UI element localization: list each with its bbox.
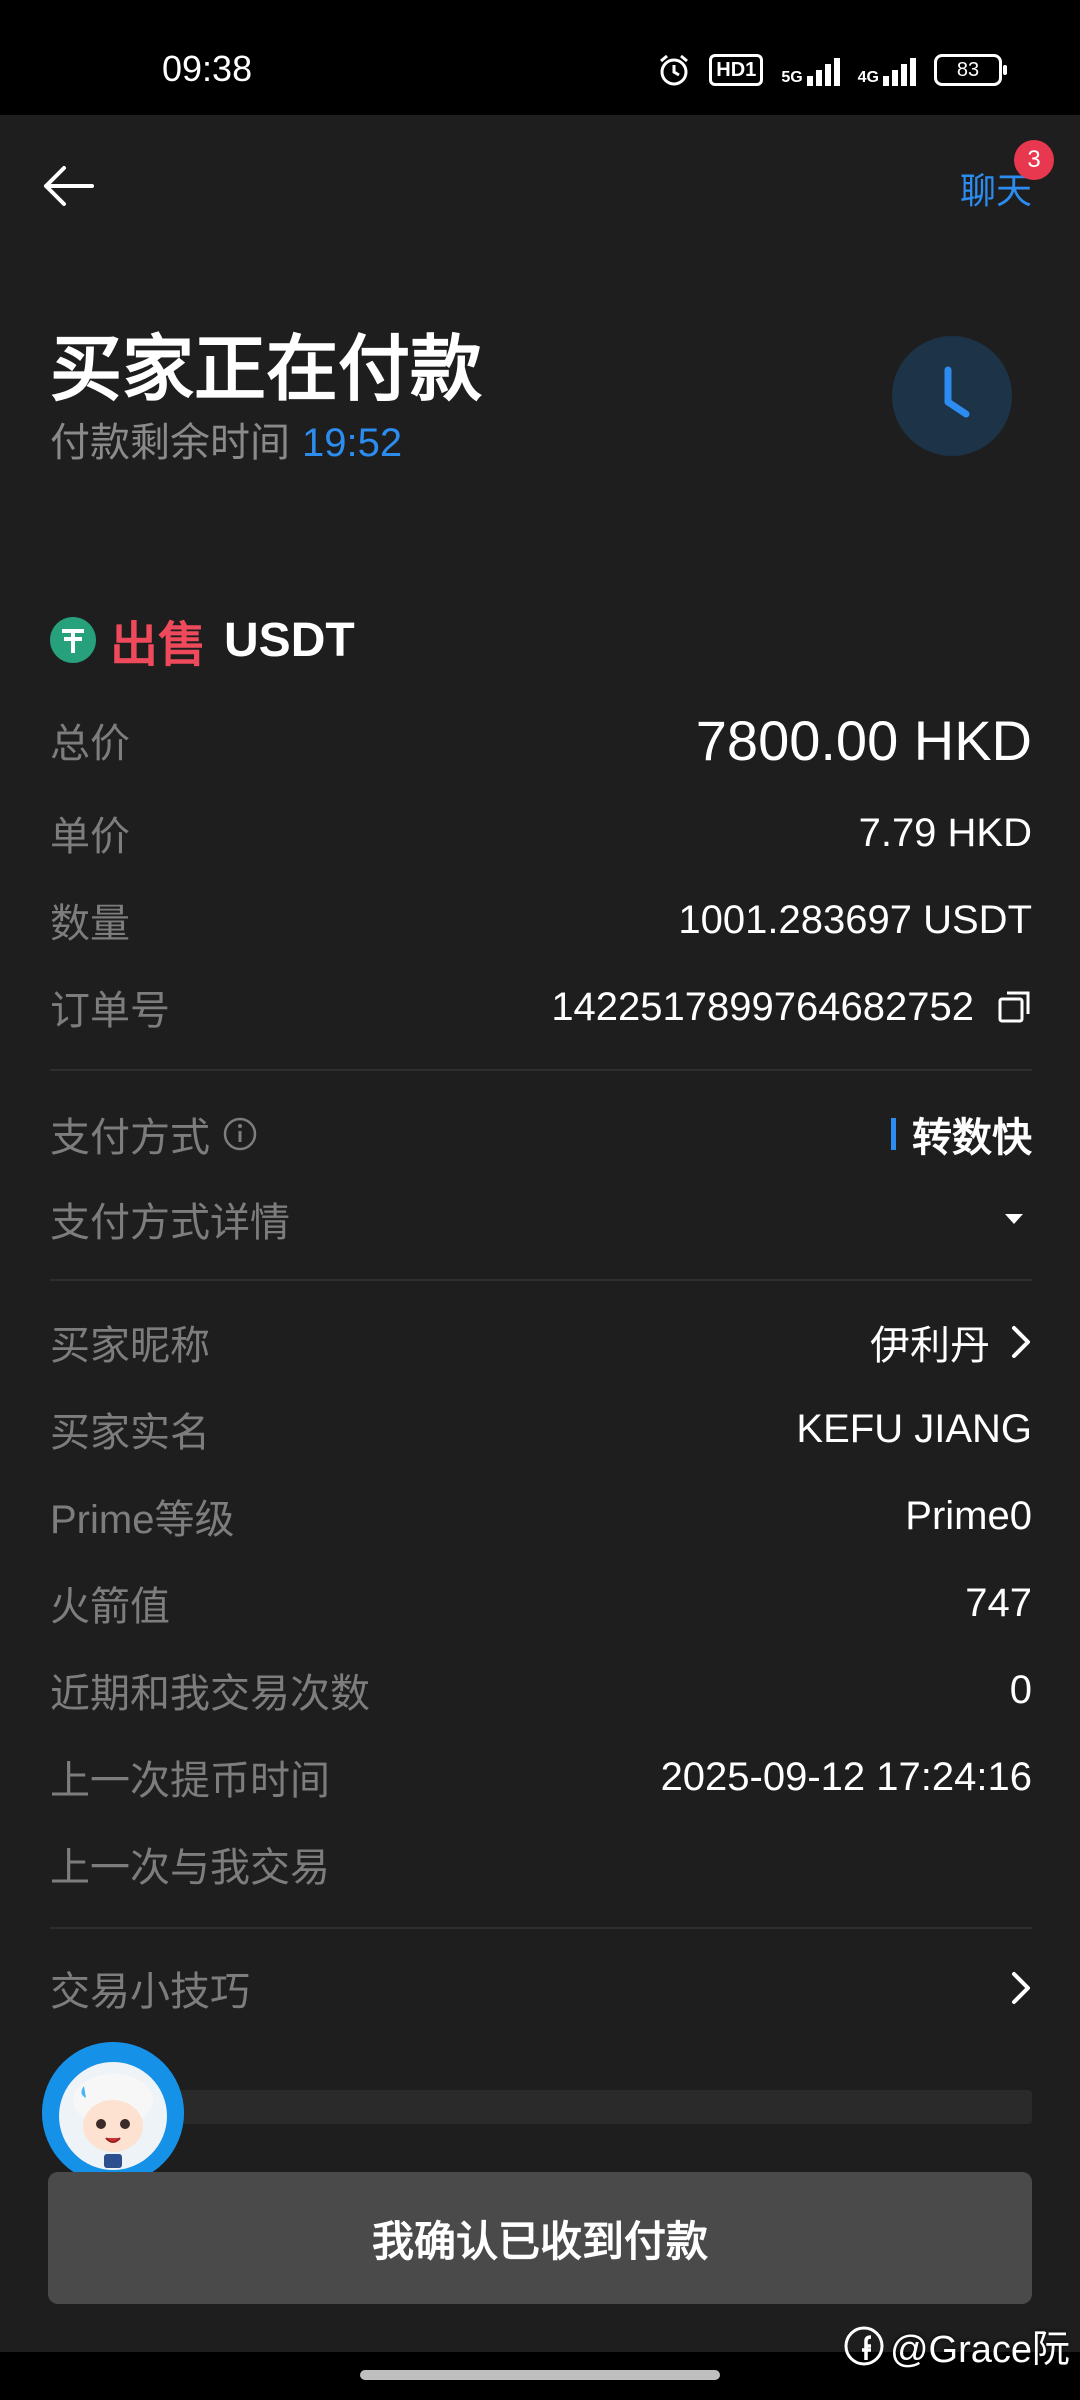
payment-details-row[interactable]: 支付方式详情: [50, 1193, 1032, 1245]
trade-side: 出售: [110, 619, 207, 672]
page-title: 买家正在付款: [50, 330, 483, 410]
buyer-nickname-label: 买家昵称: [50, 1324, 210, 1368]
quantity-value: 1001.283697 USDT: [678, 897, 1032, 942]
order-number-label: 订单号: [50, 989, 170, 1033]
buyer-nickname-row[interactable]: 买家昵称 伊利丹: [50, 1316, 1032, 1368]
status-icons: HD1 5G 4G 83: [657, 50, 1007, 90]
payment-method-marker: [891, 1118, 896, 1150]
watermark-text: @Grace阮: [889, 2329, 1070, 2371]
chevron-right-icon: [1012, 1326, 1030, 1358]
total-price-row: 总价 7800.00 HKD: [50, 705, 1032, 775]
payment-timer: 付款剩余时间 19:52: [50, 410, 402, 468]
timer-value: 19:52: [302, 421, 403, 465]
watermark: @Grace阮: [844, 2318, 1070, 2373]
timer-label: 付款剩余时间: [50, 421, 290, 465]
divider: [50, 1927, 1032, 1929]
asset-coin: USDT: [224, 613, 355, 667]
alarm-icon: [660, 54, 689, 86]
hd-icon: HD1: [709, 54, 764, 86]
net-4g-label: 4G: [857, 69, 879, 86]
banner-strip: [160, 2090, 1032, 2124]
rocket-value-label: 火箭值: [50, 1585, 170, 1629]
confirm-payment-received-button[interactable]: 我确认已收到付款: [48, 2172, 1032, 2304]
signal-4g-icon: 4G: [858, 54, 916, 86]
unit-price-value: 7.79 HKD: [858, 810, 1032, 855]
recent-trades-value: 0: [1009, 1667, 1032, 1712]
total-price-value: 7800.00 HKD: [695, 708, 1032, 772]
unit-price-label: 单价: [50, 815, 130, 859]
payment-method-row: 支付方式 转数快: [50, 1108, 1032, 1160]
clock-icon: [892, 336, 1012, 456]
last-withdraw-row: 上一次提币时间 2025-09-12 17:24:16: [50, 1751, 1032, 1804]
prime-level-label: Prime等级: [50, 1498, 235, 1542]
quantity-label: 数量: [50, 902, 130, 946]
last-trade-label: 上一次与我交易: [50, 1846, 330, 1890]
battery-icon: 83: [934, 54, 1007, 86]
status-time: 09:38: [162, 48, 253, 89]
recent-trades-label: 近期和我交易次数: [50, 1672, 370, 1716]
prime-level-value: Prime0: [905, 1493, 1032, 1538]
payment-method-value: 转数快: [912, 1116, 1032, 1160]
divider: [50, 1069, 1032, 1071]
signal-bars-5g: [806, 54, 840, 86]
tether-icon: [50, 617, 96, 663]
status-bar: 09:38 HD1 5G 4G 83: [0, 0, 1080, 115]
buyer-nickname-value: 伊利丹: [870, 1324, 990, 1368]
signal-5g-icon: 5G: [781, 54, 840, 86]
net-5g-label: 5G: [781, 69, 803, 86]
payment-method-label: 支付方式: [50, 1116, 210, 1160]
chevron-right-icon: [1012, 1972, 1030, 2004]
last-trade-row: 上一次与我交易: [50, 1838, 1032, 1890]
divider: [50, 1279, 1032, 1281]
trade-tips-row[interactable]: 交易小技巧: [50, 1962, 1032, 2014]
recent-trades-row: 近期和我交易次数 0: [50, 1664, 1032, 1717]
copy-icon[interactable]: [996, 989, 1032, 1025]
unit-price-row: 单价 7.79 HKD: [50, 808, 1032, 860]
payment-method-label-wrap: 支付方式: [50, 1105, 258, 1163]
buyer-real-name-row: 买家实名 KEFU JIANG: [50, 1403, 1032, 1456]
rocket-value: 747: [965, 1580, 1032, 1625]
last-withdraw-label: 上一次提币时间: [50, 1759, 330, 1803]
buyer-real-name-label: 买家实名: [50, 1411, 210, 1455]
back-arrow-icon[interactable]: [40, 162, 96, 210]
assistant-avatar-icon[interactable]: [42, 2042, 184, 2184]
facebook-icon: [844, 2326, 884, 2365]
payment-details-label: 支付方式详情: [50, 1201, 290, 1245]
chat-unread-badge: 3: [1014, 140, 1054, 180]
prime-level-row: Prime等级 Prime0: [50, 1490, 1032, 1543]
order-number-row: 订单号 1422517899764682752: [50, 982, 1032, 1033]
rocket-value-row: 火箭值 747: [50, 1577, 1032, 1630]
total-price-label: 总价: [50, 722, 130, 766]
buyer-real-name-value: KEFU JIANG: [796, 1406, 1032, 1451]
buyer-nickname-value-wrap[interactable]: 伊利丹: [870, 1313, 1032, 1371]
signal-bars-4g: [883, 54, 916, 86]
home-indicator[interactable]: [360, 2370, 720, 2380]
payment-method-value-wrap: 转数快: [891, 1105, 1032, 1163]
quantity-row: 数量 1001.283697 USDT: [50, 895, 1032, 947]
order-number-value-wrap: 1422517899764682752: [551, 985, 1032, 1030]
caret-down-icon[interactable]: [1002, 1211, 1026, 1227]
last-withdraw-value: 2025-09-12 17:24:16: [660, 1754, 1032, 1799]
order-number-value: 1422517899764682752: [551, 984, 974, 1029]
trade-tips-label: 交易小技巧: [50, 1970, 250, 2014]
info-icon[interactable]: [222, 1116, 258, 1152]
asset-header: 出售 USDT: [50, 612, 355, 672]
